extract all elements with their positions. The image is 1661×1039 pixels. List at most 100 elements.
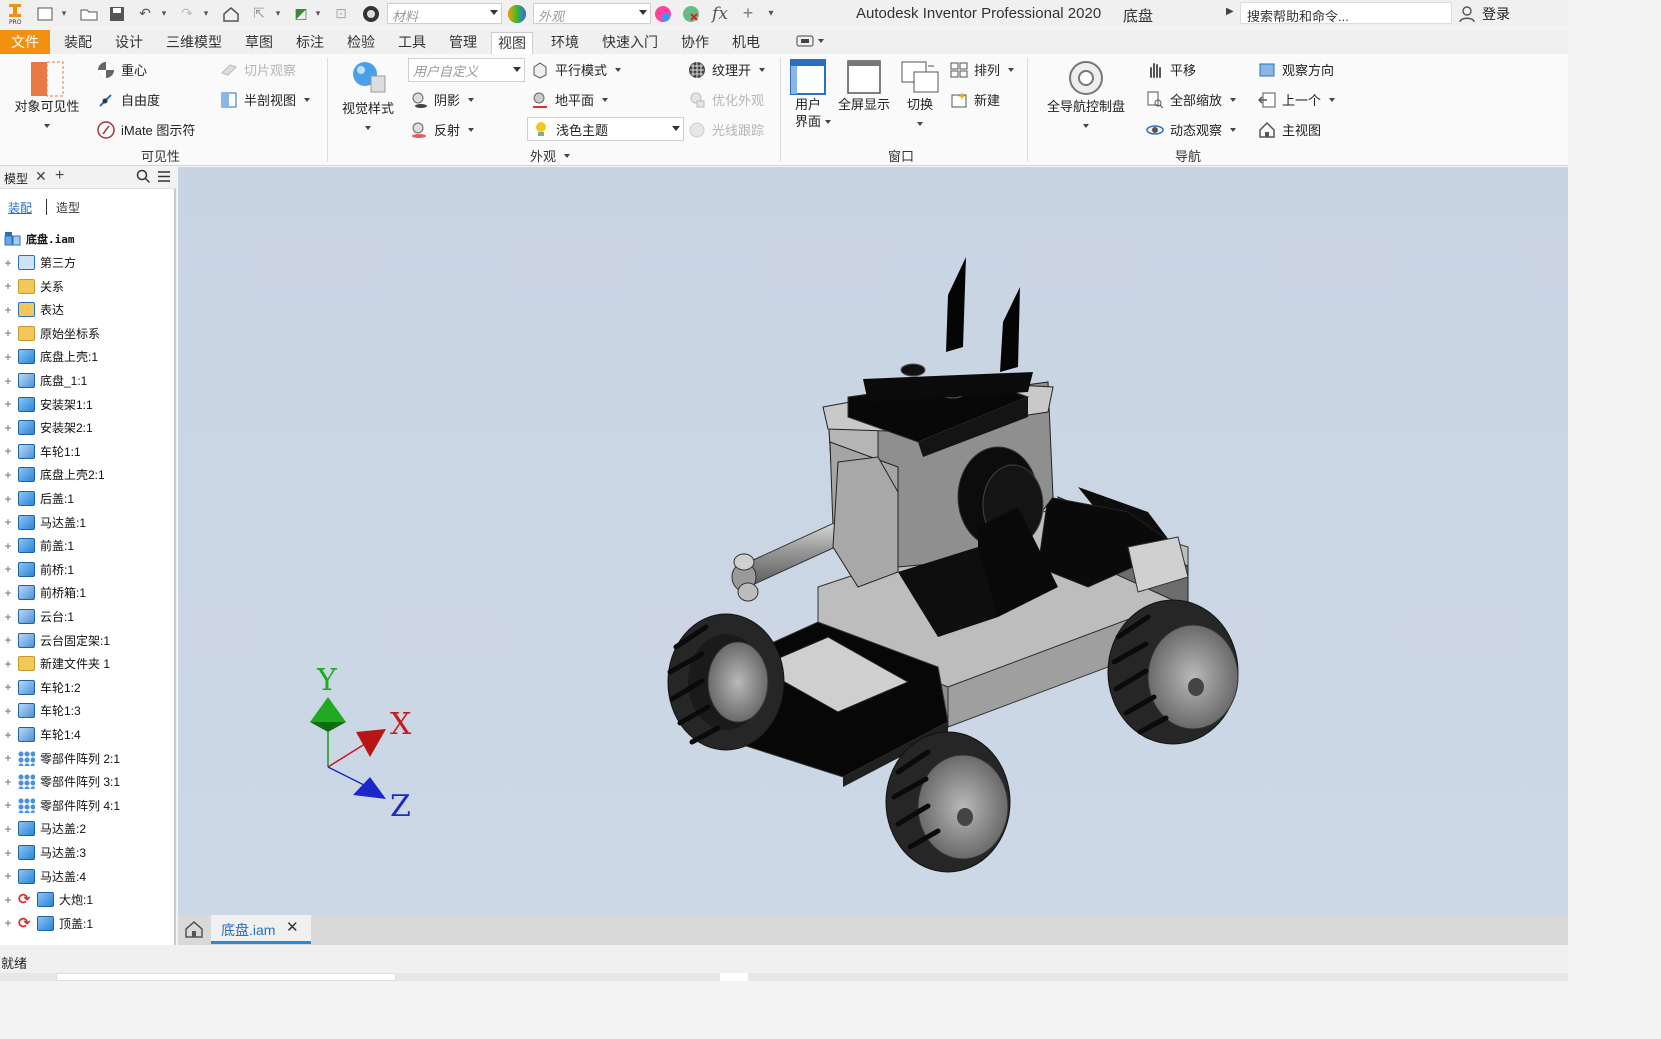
ilogic-icon[interactable]: ⊡ xyxy=(330,4,352,23)
expand-icon[interactable]: + xyxy=(3,468,13,482)
tree-item[interactable]: + 第三方 xyxy=(0,251,176,274)
tree-item[interactable]: + 马达盖:3 xyxy=(0,841,176,864)
tree-item[interactable]: + 车轮1:3 xyxy=(0,699,176,722)
tree-root[interactable]: 底盘.iam xyxy=(0,227,176,250)
lighting-style-combo[interactable]: 浅色主题 xyxy=(527,117,684,141)
tab-design[interactable]: 设计 xyxy=(109,32,149,54)
expand-icon[interactable]: + xyxy=(3,374,13,388)
expand-icon[interactable]: + xyxy=(3,350,13,364)
previous-view-button[interactable]: 上一个 xyxy=(1257,90,1336,109)
undo-dropdown-icon[interactable]: ▾ xyxy=(158,4,170,23)
tab-collaborate[interactable]: 协作 xyxy=(675,32,715,54)
expand-icon[interactable]: + xyxy=(3,279,13,293)
new-window-button[interactable]: 新建 xyxy=(950,90,1000,109)
update-dropdown-icon[interactable]: ▾ xyxy=(312,4,324,23)
tab-manage[interactable]: 管理 xyxy=(443,32,483,54)
expand-icon[interactable]: + xyxy=(3,846,13,860)
adjust-appearance-icon[interactable] xyxy=(652,4,674,23)
info-center-toggle-icon[interactable]: ▶ xyxy=(1226,6,1234,17)
redo-icon[interactable]: ↷ xyxy=(176,4,198,23)
group-appearance-label[interactable]: 外观 xyxy=(530,146,571,165)
expand-icon[interactable]: + xyxy=(3,751,13,765)
view-face-button[interactable]: 观察方向 xyxy=(1258,60,1334,79)
tree-item[interactable]: + 零部件阵列 3:1 xyxy=(0,770,176,793)
customize-qat-icon[interactable]: ▾ xyxy=(762,4,780,23)
expand-icon[interactable]: + xyxy=(3,562,13,576)
inventor-logo-icon[interactable]: PRO xyxy=(4,3,26,25)
material-combo[interactable]: 材料 xyxy=(387,3,502,24)
view-representation-combo[interactable]: 用户自定义 xyxy=(408,58,525,82)
save-icon[interactable] xyxy=(106,4,128,23)
tree-item[interactable]: + 云台固定架:1 xyxy=(0,629,176,652)
tab-tools[interactable]: 工具 xyxy=(392,32,432,54)
tree-item[interactable]: + 前桥:1 xyxy=(0,558,176,581)
tree-item[interactable]: + 车轮1:2 xyxy=(0,676,176,699)
tree-item[interactable]: + 马达盖:2 xyxy=(0,817,176,840)
ground-plane-button[interactable]: 地平面 xyxy=(531,90,609,109)
zoom-all-button[interactable]: 全部缩放 xyxy=(1146,90,1237,109)
graphics-viewport[interactable]: Y X Z xyxy=(178,167,1568,915)
material-icon[interactable] xyxy=(360,4,382,23)
ray-tracing-button[interactable]: 光线跟踪 xyxy=(688,120,764,139)
pan-button[interactable]: 平移 xyxy=(1146,60,1196,79)
tree-item[interactable]: + 关系 xyxy=(0,275,176,298)
expand-icon[interactable]: + xyxy=(3,728,13,742)
expand-icon[interactable]: + xyxy=(3,444,13,458)
tree-item[interactable]: + 马达盖:1 xyxy=(0,511,176,534)
expand-icon[interactable]: + xyxy=(3,822,13,836)
doc-tab-active[interactable]: 底盘.iam ✕ xyxy=(211,915,311,944)
tree-item[interactable]: + 后盖:1 xyxy=(0,487,176,510)
tab-inspect[interactable]: 检验 xyxy=(341,32,381,54)
add-icon[interactable]: + xyxy=(738,3,758,23)
menu-icon[interactable] xyxy=(157,170,171,186)
parallel-mode-button[interactable]: 平行模式 xyxy=(531,60,622,79)
home-view-button[interactable]: 主视图 xyxy=(1258,120,1321,139)
expand-icon[interactable]: + xyxy=(3,869,13,883)
tab-assemble[interactable]: 装配 xyxy=(58,32,98,54)
tree-item[interactable]: + 车轮1:4 xyxy=(0,723,176,746)
full-screen-button[interactable]: 全屏显示 xyxy=(834,58,894,113)
redo-dropdown-icon[interactable]: ▾ xyxy=(200,4,212,23)
tree-item[interactable]: + 新建文件夹 1 xyxy=(0,652,176,675)
tab-browser-assembly[interactable]: 装配 xyxy=(8,199,32,216)
expand-icon[interactable]: + xyxy=(3,633,13,647)
expand-icon[interactable]: + xyxy=(3,704,13,718)
expand-icon[interactable]: + xyxy=(3,397,13,411)
expand-icon[interactable]: + xyxy=(3,539,13,553)
expand-icon[interactable]: + xyxy=(3,256,13,270)
expand-icon[interactable]: + xyxy=(3,492,13,506)
tree-item[interactable]: + ⟳ 顶盖:1 xyxy=(0,912,176,935)
taskbar-item[interactable] xyxy=(720,973,748,981)
tree-item[interactable]: + 底盘上壳:1 xyxy=(0,345,176,368)
visual-style-button[interactable]: 视觉样式 xyxy=(336,58,400,134)
clear-appearance-icon[interactable] xyxy=(680,4,702,23)
tab-sketch[interactable]: 草图 xyxy=(239,32,279,54)
tree-item[interactable]: + 安装架2:1 xyxy=(0,416,176,439)
parameters-fx-icon[interactable]: fx xyxy=(708,4,732,24)
open-icon[interactable] xyxy=(78,4,100,23)
tree-item[interactable]: + 底盘_1:1 xyxy=(0,369,176,392)
textures-on-button[interactable]: 纹理开 xyxy=(688,60,766,79)
tree-item[interactable]: + ⟳ 大炮:1 xyxy=(0,888,176,911)
shadows-button[interactable]: 阴影 xyxy=(410,90,475,109)
expand-icon[interactable]: + xyxy=(3,798,13,812)
expand-icon[interactable]: + xyxy=(3,326,13,340)
tree-item[interactable]: + 马达盖:4 xyxy=(0,865,176,888)
object-visibility-button[interactable]: 对象可见性 xyxy=(8,60,86,132)
tab-3d-model[interactable]: 三维模型 xyxy=(160,32,228,54)
tree-item[interactable]: + 零部件阵列 4:1 xyxy=(0,794,176,817)
login-button[interactable]: 登录 xyxy=(1458,4,1510,24)
tab-browser-modeling[interactable]: 造型 xyxy=(56,199,80,216)
dof-button[interactable]: 自由度 xyxy=(97,90,160,109)
robot-assembly-model[interactable] xyxy=(178,167,1568,915)
home-tab-icon[interactable] xyxy=(184,919,204,942)
expand-icon[interactable]: + xyxy=(3,610,13,624)
add-browser-icon[interactable]: + xyxy=(55,167,64,185)
tree-item[interactable]: + 零部件阵列 2:1 xyxy=(0,747,176,770)
slice-graphics-button[interactable]: 切片观察 xyxy=(220,60,296,79)
appearance-icon[interactable] xyxy=(506,4,528,23)
tree-item[interactable]: + 云台:1 xyxy=(0,605,176,628)
switch-window-button[interactable]: 切换 xyxy=(898,58,942,130)
reflections-button[interactable]: 反射 xyxy=(410,120,475,139)
expand-icon[interactable]: + xyxy=(3,775,13,789)
